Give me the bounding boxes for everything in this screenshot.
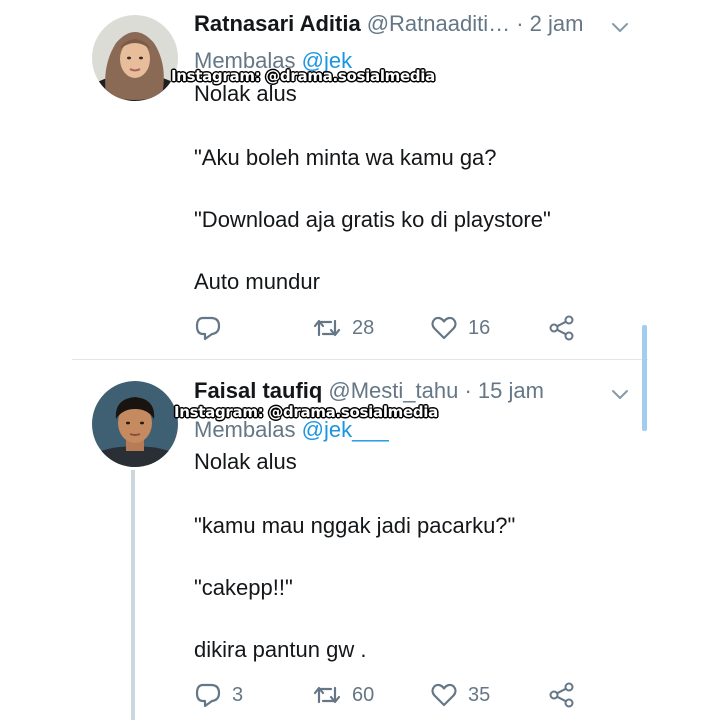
tweet-text-line: dikira pantun gw . <box>194 637 367 662</box>
tweet-header: Ratnasari Aditia @Ratnaaditi… · 2 jam <box>194 10 583 38</box>
share-icon <box>549 315 574 341</box>
retweet-icon <box>313 686 341 704</box>
watermark: Instagram: @drama.sosialmedia <box>174 403 438 421</box>
tweet-text-line: "Download aja gratis ko di playstore" <box>194 207 551 232</box>
reply-icon <box>195 316 221 341</box>
retweet-count: 28 <box>352 316 375 339</box>
heart-icon <box>431 683 457 707</box>
reply-count: 3 <box>232 683 244 706</box>
display-name[interactable]: Ratnasari Aditia <box>194 11 361 36</box>
like-count: 35 <box>468 683 491 706</box>
heart-icon <box>431 316 457 340</box>
timestamp[interactable]: 2 jam <box>530 11 584 36</box>
tweet-text-line: Auto mundur <box>194 269 320 294</box>
avatar[interactable] <box>92 15 178 101</box>
share-button[interactable] <box>548 680 576 710</box>
tweet-1[interactable]: Ratnasari Aditia @Ratnaaditi… · 2 jam Mem… <box>0 0 720 360</box>
retweet-count: 60 <box>352 683 375 706</box>
username[interactable]: @Mesti_tahu <box>328 378 458 403</box>
timestamp[interactable]: 15 jam <box>478 378 544 403</box>
tweet-text-line: "Aku boleh minta wa kamu ga? <box>194 145 497 170</box>
chevron-down-icon[interactable] <box>610 17 630 37</box>
chevron-down-icon[interactable] <box>610 384 630 404</box>
tweet-actions: 28 16 <box>194 313 594 343</box>
tweet-actions: 3 60 35 <box>194 680 594 710</box>
retweet-button[interactable]: 60 <box>312 680 374 710</box>
separator-dot: · <box>516 11 524 36</box>
like-button[interactable]: 35 <box>430 680 490 710</box>
tweet-2[interactable]: Faisal taufiq @Mesti_tahu · 15 jam Membal… <box>0 360 720 720</box>
like-button[interactable]: 16 <box>430 313 490 343</box>
tweet-header: Faisal taufiq @Mesti_tahu · 15 jam <box>194 377 544 405</box>
avatar[interactable] <box>92 381 178 467</box>
thread-line <box>131 470 135 720</box>
retweet-button[interactable]: 28 <box>312 313 374 343</box>
display-name[interactable]: Faisal taufiq <box>194 378 322 403</box>
share-button[interactable] <box>548 313 576 343</box>
reply-button[interactable]: 3 <box>194 680 243 710</box>
tweet-text-line: "kamu mau nggak jadi pacarku?" <box>194 513 516 538</box>
username[interactable]: @Ratnaaditi… <box>367 11 510 36</box>
tweet-text-line: "cakepp!!" <box>194 575 293 600</box>
tweet-text-line: Nolak alus <box>194 81 297 106</box>
reply-button[interactable] <box>194 313 232 343</box>
tweet-text-line: Nolak alus <box>194 449 297 474</box>
reply-icon <box>195 683 221 708</box>
like-count: 16 <box>468 316 491 339</box>
retweet-icon <box>313 319 341 337</box>
separator-dot: · <box>464 378 472 403</box>
share-icon <box>549 682 574 708</box>
